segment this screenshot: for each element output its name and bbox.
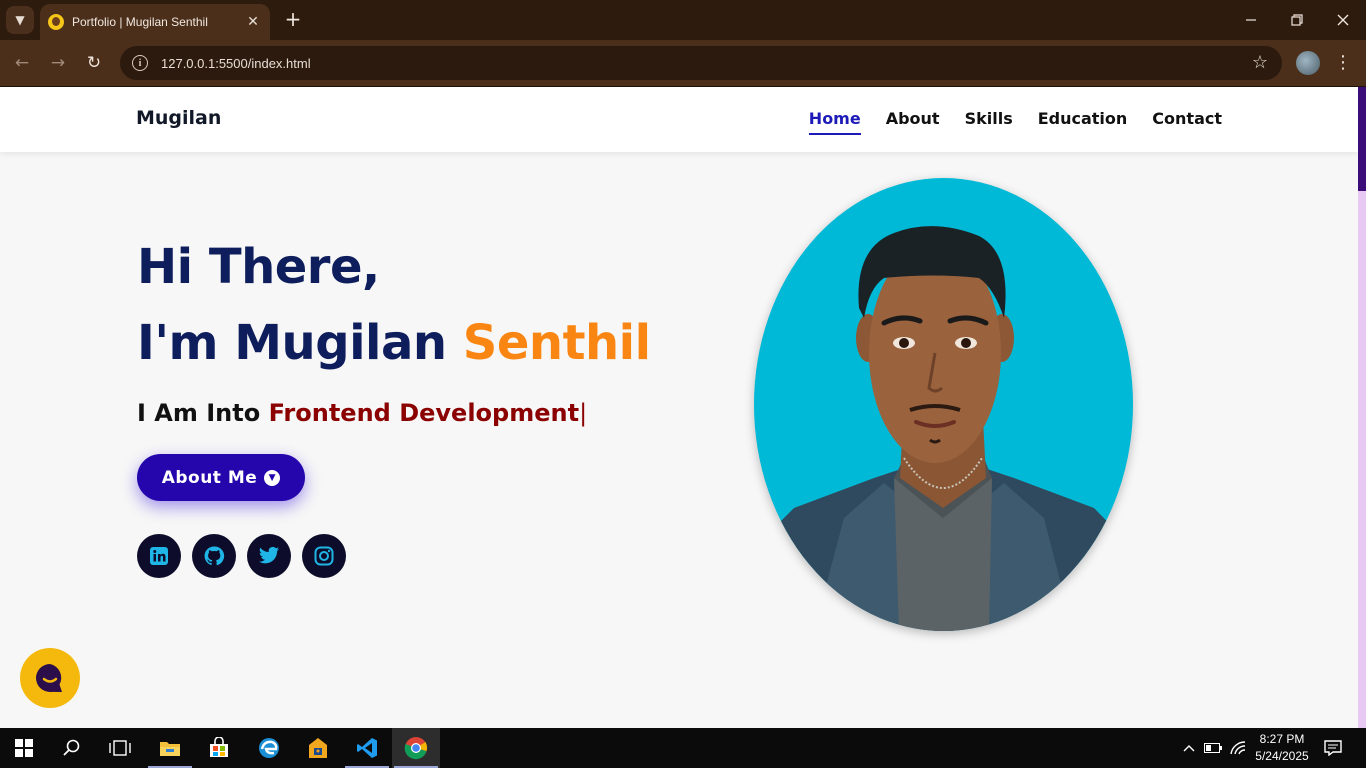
hero-name: I'm Mugilan Senthil <box>137 315 651 371</box>
main-nav: Home About Skills Education Contact <box>784 109 1222 135</box>
minimize-button[interactable] <box>1228 0 1274 40</box>
search-icon <box>63 739 80 756</box>
hero-greeting: Hi There, <box>137 239 380 295</box>
vpn-icon <box>309 738 327 758</box>
chevron-down-icon: ▼ <box>15 13 25 27</box>
notification-icon <box>1324 740 1342 756</box>
browser-tab-active[interactable]: Portfolio | Mugilan Senthil ✕ <box>40 4 270 40</box>
restore-button[interactable] <box>1274 0 1320 40</box>
site-logo[interactable]: Mugilan <box>136 107 221 129</box>
vscode-icon <box>357 738 377 758</box>
typed-prefix: I Am Into <box>137 399 269 427</box>
address-bar[interactable]: i 127.0.0.1:5500/index.html ☆ <box>120 46 1282 80</box>
close-tab-icon[interactable]: ✕ <box>244 14 262 30</box>
page-viewport: Mugilan Home About Skills Education Cont… <box>0 87 1366 728</box>
browser-tab-bar: ▼ Portfolio | Mugilan Senthil ✕ + <box>0 0 1366 40</box>
nav-skills[interactable]: Skills <box>965 109 1013 135</box>
url-text[interactable]: 127.0.0.1:5500/index.html <box>161 56 311 71</box>
site-header: Mugilan Home About Skills Education Cont… <box>0 87 1358 152</box>
arrow-left-icon: ← <box>14 53 30 73</box>
battery-icon <box>1204 743 1222 753</box>
start-icon <box>15 739 33 757</box>
taskbar-clock[interactable]: 8:27 PM 5/24/2025 <box>1250 731 1314 765</box>
taskbar: 8:27 PM 5/24/2025 <box>0 728 1366 768</box>
edge-icon <box>259 738 279 758</box>
show-hidden-icons-button[interactable] <box>1179 738 1199 758</box>
clock-time: 8:27 PM <box>1259 732 1305 746</box>
reload-button[interactable]: ↻ <box>80 49 108 77</box>
nav-about[interactable]: About <box>886 109 940 135</box>
restore-icon <box>1291 14 1303 26</box>
twitter-icon <box>258 546 280 564</box>
back-button[interactable]: ← <box>8 49 36 77</box>
site-info-icon[interactable]: i <box>132 55 148 71</box>
linkedin-link[interactable] <box>137 534 181 578</box>
network-button[interactable] <box>1228 738 1248 758</box>
chrome-icon <box>404 737 428 760</box>
task-view-icon <box>109 740 131 756</box>
notifications-button[interactable] <box>1323 738 1343 758</box>
clock-date: 5/24/2025 <box>1255 749 1309 763</box>
chevron-circle-down-icon: ▼ <box>264 469 281 486</box>
linkedin-icon <box>150 547 168 565</box>
vscode-button[interactable] <box>343 728 391 768</box>
typed-text: Frontend Development <box>268 399 580 427</box>
about-me-label: About Me <box>161 467 258 488</box>
chrome-button[interactable] <box>392 728 440 768</box>
browser-toolbar: ← → ↻ i 127.0.0.1:5500/index.html ☆ ⋮ <box>0 40 1366 86</box>
tab-title: Portfolio | Mugilan Senthil <box>72 15 208 29</box>
taskbar-search-button[interactable] <box>48 728 96 768</box>
chat-widget-button[interactable] <box>20 648 80 708</box>
profile-avatar[interactable] <box>1296 51 1320 75</box>
nav-contact[interactable]: Contact <box>1152 109 1222 135</box>
battery-button[interactable] <box>1203 738 1223 758</box>
arrow-right-icon: → <box>50 53 66 73</box>
tab-search-button[interactable]: ▼ <box>6 6 34 34</box>
file-explorer-icon <box>160 742 180 756</box>
microsoft-store-button[interactable] <box>195 728 243 768</box>
page-scrollbar[interactable] <box>1358 87 1366 728</box>
close-icon <box>1337 14 1349 26</box>
hero-name-accent: Senthil <box>462 315 651 371</box>
forward-button[interactable]: → <box>44 49 72 77</box>
nav-home[interactable]: Home <box>808 109 861 135</box>
github-icon <box>204 546 225 566</box>
typed-caret: | <box>579 399 588 427</box>
reload-icon: ↻ <box>86 53 102 73</box>
twitter-link[interactable] <box>247 534 291 578</box>
hero-name-prefix: I'm Mugilan <box>137 315 463 371</box>
nav-education[interactable]: Education <box>1038 109 1128 135</box>
chat-icon <box>36 664 62 692</box>
chevron-up-icon <box>1183 745 1195 752</box>
file-explorer-button[interactable] <box>146 728 194 768</box>
vpn-app-button[interactable] <box>294 728 342 768</box>
start-button[interactable] <box>0 728 48 768</box>
favicon-icon <box>48 14 64 30</box>
edge-button[interactable] <box>245 728 293 768</box>
instagram-icon <box>314 546 334 566</box>
about-me-button[interactable]: About Me ▼ <box>137 454 305 501</box>
browser-menu-icon[interactable]: ⋮ <box>1334 50 1352 76</box>
task-view-button[interactable] <box>96 728 144 768</box>
new-tab-button[interactable]: + <box>282 8 304 30</box>
profile-photo <box>754 178 1133 631</box>
portrait-illustration <box>754 226 1133 631</box>
wifi-icon <box>1230 741 1246 755</box>
microsoft-store-icon <box>210 737 228 757</box>
minimize-icon <box>1246 19 1256 21</box>
github-link[interactable] <box>192 534 236 578</box>
typed-line: I Am Into Frontend Development| <box>137 399 587 427</box>
instagram-link[interactable] <box>302 534 346 578</box>
close-window-button[interactable] <box>1320 0 1366 40</box>
scrollbar-thumb[interactable] <box>1358 87 1366 191</box>
social-links <box>137 534 357 578</box>
bookmark-star-icon[interactable]: ☆ <box>1252 52 1268 73</box>
